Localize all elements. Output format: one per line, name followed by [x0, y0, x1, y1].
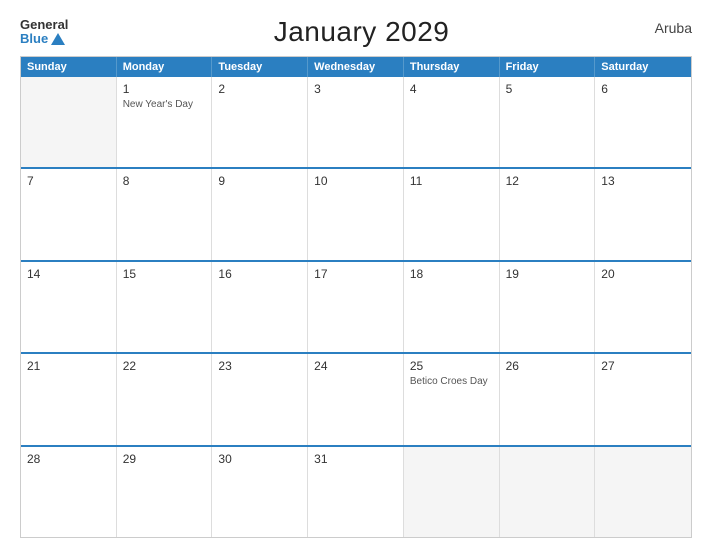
calendar-cell: 16 — [212, 262, 308, 352]
calendar-cell: 13 — [595, 169, 691, 259]
calendar-cell — [500, 447, 596, 537]
weekday-header-tuesday: Tuesday — [212, 57, 308, 77]
calendar-cell: 27 — [595, 354, 691, 444]
calendar-cell: 7 — [21, 169, 117, 259]
page-header: General Blue January 2029 Aruba — [20, 16, 692, 48]
day-number: 3 — [314, 82, 397, 96]
calendar-cell: 1 New Year's Day — [117, 77, 213, 167]
weekday-header-thursday: Thursday — [404, 57, 500, 77]
country-label: Aruba — [655, 16, 692, 36]
day-number: 6 — [601, 82, 685, 96]
calendar-cell: 23 — [212, 354, 308, 444]
calendar-week-5: 28 29 30 31 — [21, 445, 691, 537]
calendar-cell: 2 — [212, 77, 308, 167]
day-number: 28 — [27, 452, 110, 466]
calendar-grid: SundayMondayTuesdayWednesdayThursdayFrid… — [20, 56, 692, 538]
calendar-cell: 12 — [500, 169, 596, 259]
logo-general-text: General — [20, 18, 68, 32]
day-number: 22 — [123, 359, 206, 373]
day-number: 11 — [410, 174, 493, 188]
calendar-cell: 4 — [404, 77, 500, 167]
calendar-cell — [595, 447, 691, 537]
calendar-cell: 26 — [500, 354, 596, 444]
calendar-cell: 11 — [404, 169, 500, 259]
day-number: 18 — [410, 267, 493, 281]
weekday-header-monday: Monday — [117, 57, 213, 77]
day-number: 16 — [218, 267, 301, 281]
holiday-label: Betico Croes Day — [410, 375, 493, 388]
calendar-cell: 30 — [212, 447, 308, 537]
calendar-cell: 8 — [117, 169, 213, 259]
day-number: 1 — [123, 82, 206, 96]
weekday-header-friday: Friday — [500, 57, 596, 77]
weekday-header-row: SundayMondayTuesdayWednesdayThursdayFrid… — [21, 57, 691, 77]
calendar-cell: 19 — [500, 262, 596, 352]
day-number: 10 — [314, 174, 397, 188]
calendar-cell: 31 — [308, 447, 404, 537]
day-number: 15 — [123, 267, 206, 281]
calendar-week-2: 789 10 11 12 13 — [21, 167, 691, 259]
calendar-cell: 9 — [212, 169, 308, 259]
day-number: 30 — [218, 452, 301, 466]
calendar-week-3: 14 15 16 17 18 19 20 — [21, 260, 691, 352]
calendar-cell — [404, 447, 500, 537]
calendar-cell: 15 — [117, 262, 213, 352]
calendar-week-1: 1 New Year's Day 23456 — [21, 77, 691, 167]
calendar-cell: 22 — [117, 354, 213, 444]
logo-triangle-icon — [51, 33, 65, 45]
weekday-header-wednesday: Wednesday — [308, 57, 404, 77]
logo: General Blue — [20, 18, 68, 47]
day-number: 23 — [218, 359, 301, 373]
weekday-header-sunday: Sunday — [21, 57, 117, 77]
day-number: 2 — [218, 82, 301, 96]
day-number: 7 — [27, 174, 110, 188]
calendar-page: General Blue January 2029 Aruba SundayMo… — [0, 0, 712, 550]
calendar-title: January 2029 — [274, 16, 450, 48]
calendar-cell: 5 — [500, 77, 596, 167]
calendar-cell: 14 — [21, 262, 117, 352]
calendar-cell: 21 — [21, 354, 117, 444]
day-number: 4 — [410, 82, 493, 96]
day-number: 17 — [314, 267, 397, 281]
day-number: 31 — [314, 452, 397, 466]
calendar-cell: 20 — [595, 262, 691, 352]
calendar-week-4: 21 22 23 24 25 Betico Croes Day 26 27 — [21, 352, 691, 444]
day-number: 13 — [601, 174, 685, 188]
day-number: 26 — [506, 359, 589, 373]
calendar-cell: 6 — [595, 77, 691, 167]
calendar-cell: 28 — [21, 447, 117, 537]
day-number: 12 — [506, 174, 589, 188]
day-number: 21 — [27, 359, 110, 373]
day-number: 24 — [314, 359, 397, 373]
day-number: 14 — [27, 267, 110, 281]
day-number: 8 — [123, 174, 206, 188]
day-number: 5 — [506, 82, 589, 96]
holiday-label: New Year's Day — [123, 98, 206, 111]
logo-blue-text: Blue — [20, 32, 65, 46]
calendar-body: 1New Year's Day2345678910111213141516171… — [21, 77, 691, 537]
calendar-cell: 3 — [308, 77, 404, 167]
day-number: 29 — [123, 452, 206, 466]
calendar-cell — [21, 77, 117, 167]
calendar-cell: 17 — [308, 262, 404, 352]
calendar-cell: 10 — [308, 169, 404, 259]
day-number: 27 — [601, 359, 685, 373]
calendar-cell: 24 — [308, 354, 404, 444]
day-number: 19 — [506, 267, 589, 281]
day-number: 9 — [218, 174, 301, 188]
calendar-cell: 25 Betico Croes Day — [404, 354, 500, 444]
calendar-cell: 29 — [117, 447, 213, 537]
day-number: 25 — [410, 359, 493, 373]
weekday-header-saturday: Saturday — [595, 57, 691, 77]
day-number: 20 — [601, 267, 685, 281]
calendar-cell: 18 — [404, 262, 500, 352]
